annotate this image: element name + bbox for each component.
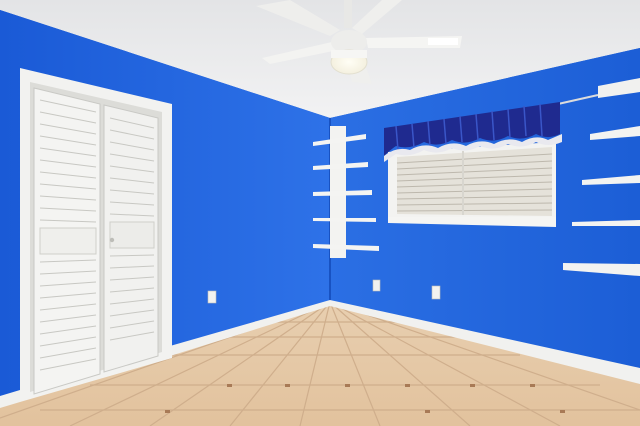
closet-knob[interactable] (109, 237, 115, 243)
window-blinds (397, 147, 552, 216)
closet-door-rail (39, 227, 97, 255)
fan-blade-highlight (428, 38, 458, 45)
outlet-right[interactable] (431, 285, 441, 300)
room-photo (0, 0, 640, 426)
window[interactable] (388, 142, 556, 227)
closet-door-rail-right (109, 221, 155, 249)
fan-downrod (344, 0, 352, 28)
fan-light-rim (331, 50, 367, 58)
closet-door[interactable] (33, 87, 159, 395)
outlet-left[interactable] (207, 290, 217, 304)
outlet-middle[interactable] (372, 279, 381, 292)
